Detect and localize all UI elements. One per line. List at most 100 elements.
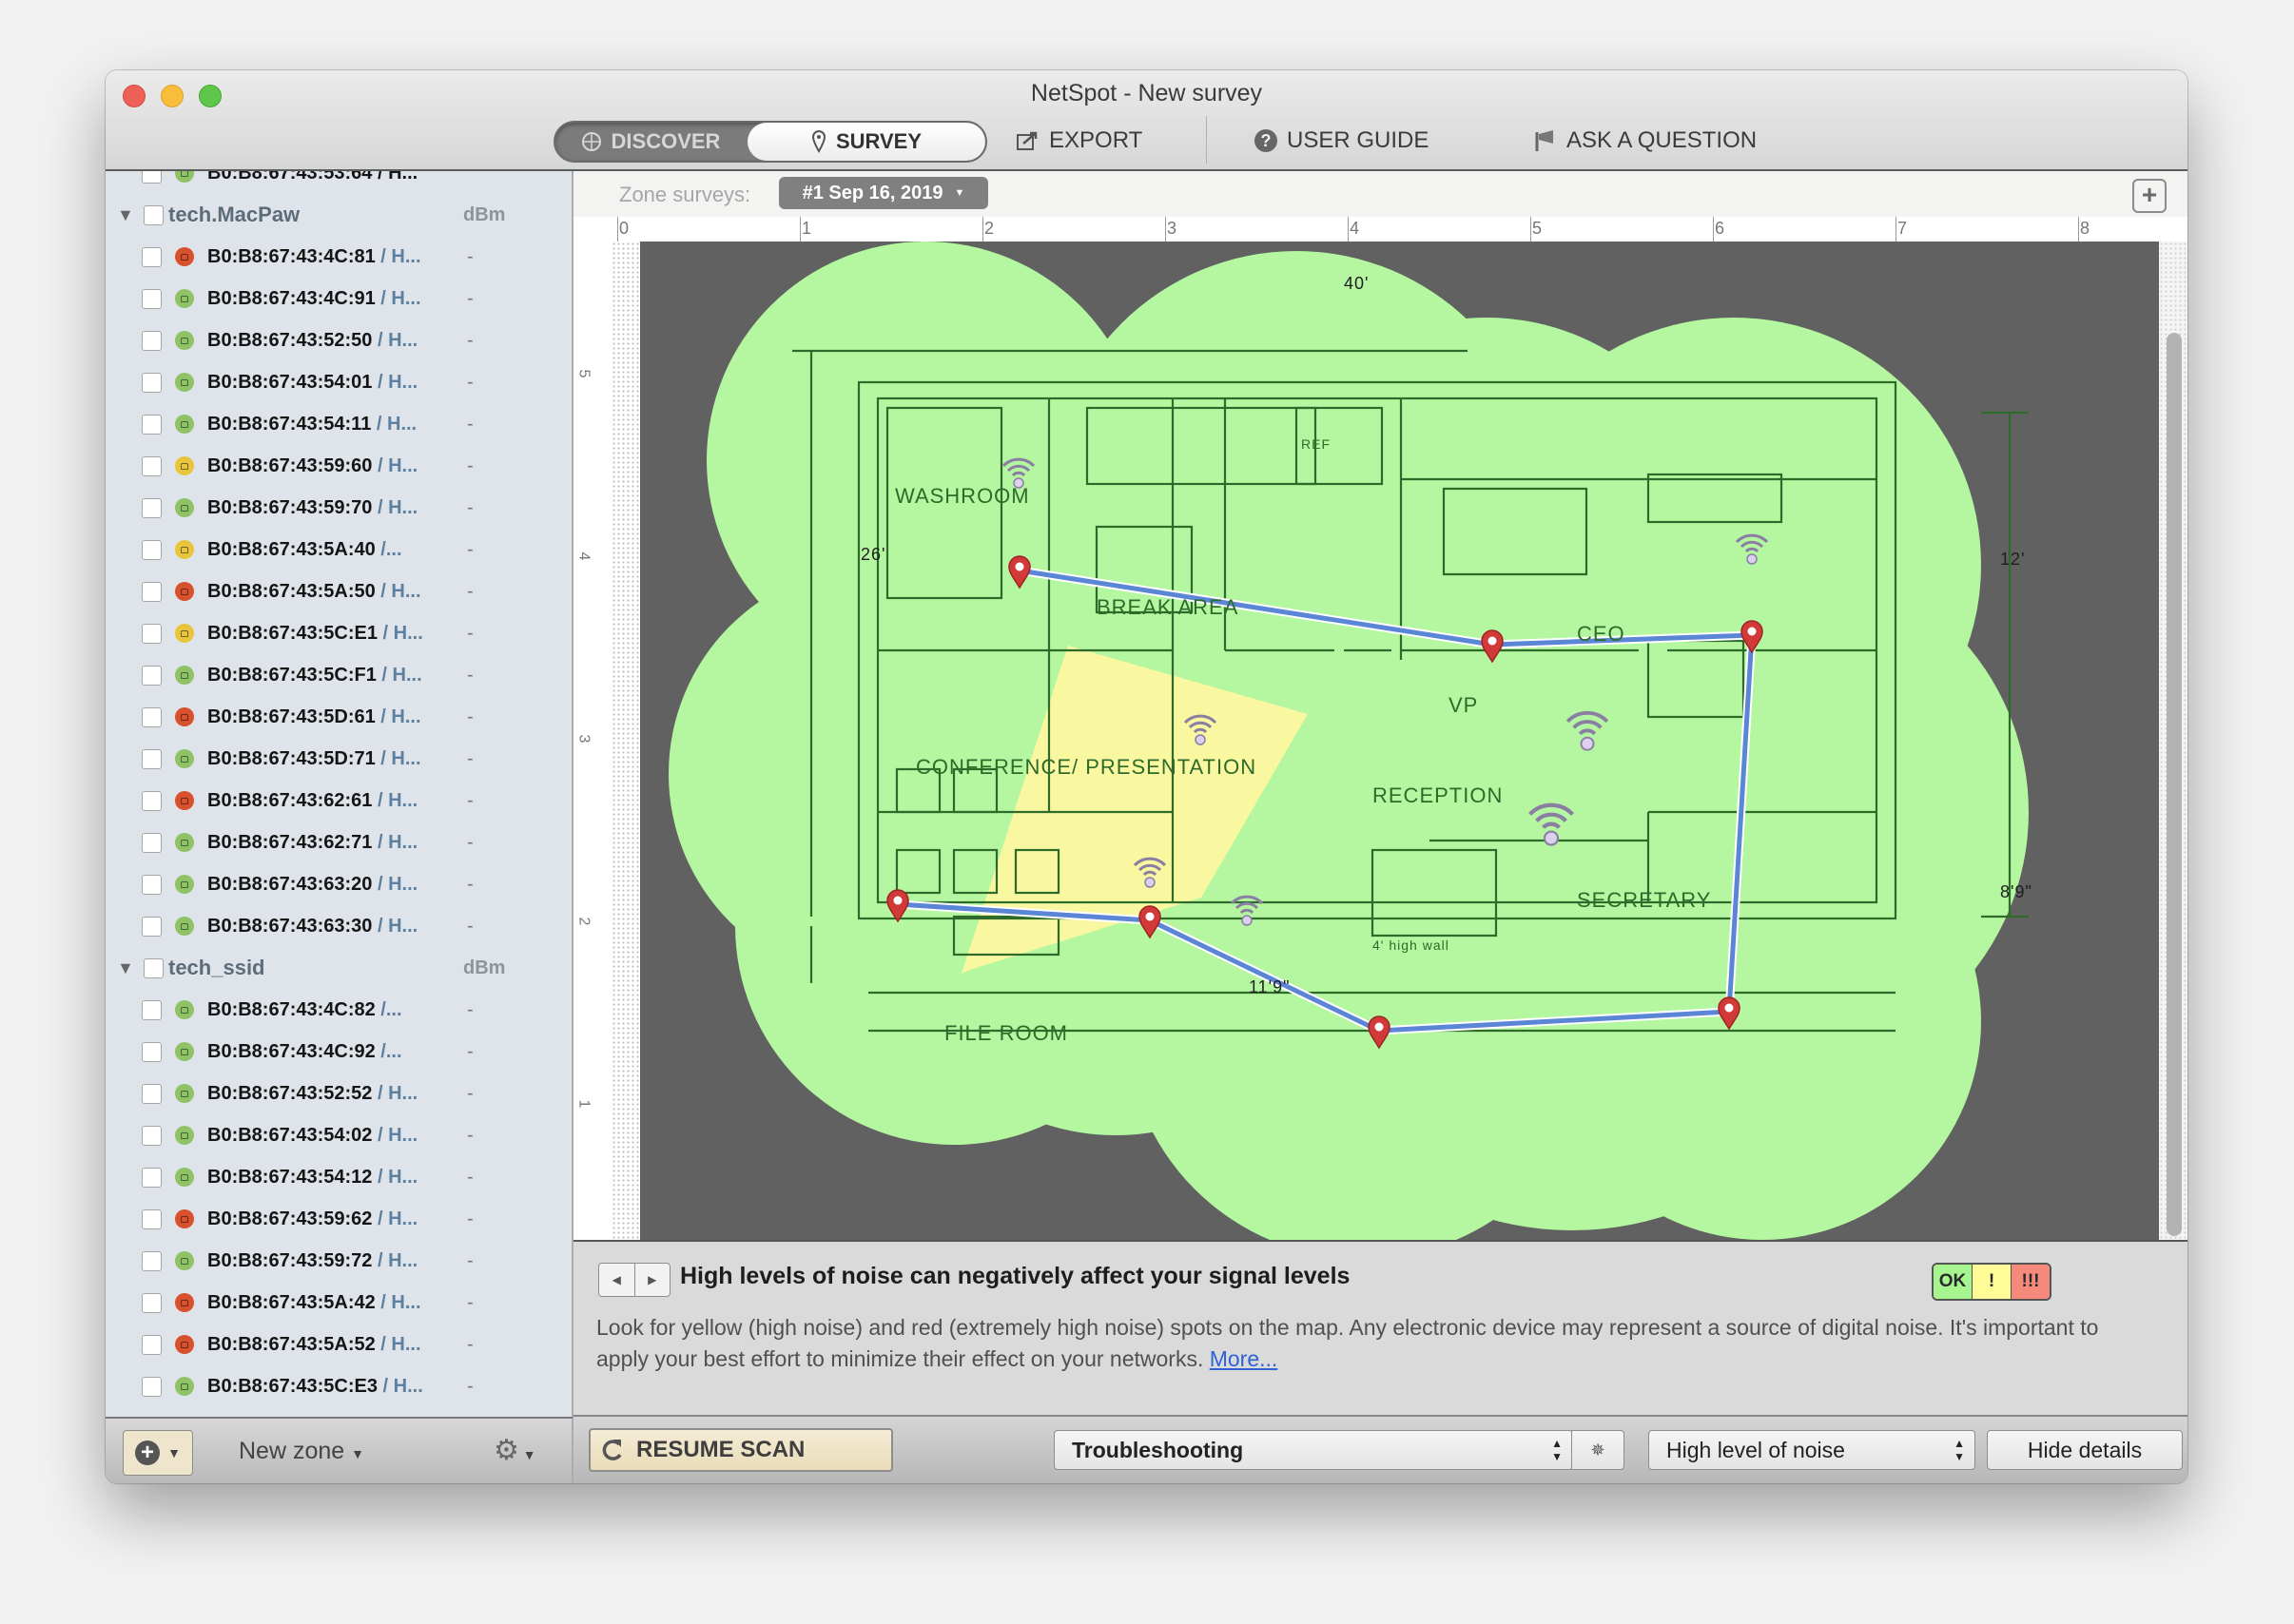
checkbox[interactable] — [142, 455, 162, 476]
list-item[interactable]: B0:B8:67:43:4C:91 / H... - — [106, 278, 572, 319]
bssid-label: B0:B8:67:43:5A:52 / H... — [207, 1334, 421, 1356]
survey-map[interactable]: WASHROOM BREAK AREA REF VP CEO CONFERENCE/ PR… — [640, 242, 2162, 1240]
list-item[interactable]: B0:B8:67:43:5C:F1 / H... - — [106, 654, 572, 696]
checkbox[interactable] — [142, 1208, 162, 1229]
list-item[interactable]: B0:B8:67:43:4C:81 / H... - — [106, 236, 572, 278]
list-item[interactable]: B0:B8:67:43:59:60 / H... - — [106, 445, 572, 487]
list-item[interactable]: B0:B8:67:43:5C:E1 / H... - — [106, 612, 572, 654]
network-group-header[interactable]: ▼ tech.MacPaw dBm — [106, 194, 572, 236]
list-item[interactable]: B0:B8:67:43:54:02 / H... - — [106, 1114, 572, 1156]
list-item[interactable]: B0:B8:67:43:5A:50 / H... - — [106, 570, 572, 612]
list-item[interactable]: B0:B8:67:43:62:71 / H... - — [106, 822, 572, 863]
checkbox[interactable] — [142, 171, 162, 184]
tab-discover[interactable]: DISCOVER — [555, 123, 746, 161]
checkbox[interactable] — [142, 706, 162, 727]
new-zone-menu[interactable]: New zone ▼ — [239, 1438, 364, 1465]
list-item[interactable]: B0:B8:67:43:63:30 / H... - — [106, 905, 572, 947]
list-item[interactable]: B0:B8:67:43:5C:E3 / H... - — [106, 1365, 572, 1407]
checkbox[interactable] — [142, 539, 162, 560]
list-item[interactable]: B0:B8:67:43:5A:40 /... - — [106, 529, 572, 570]
user-guide-button[interactable]: ? USER GUIDE — [1254, 124, 1429, 158]
checkbox[interactable] — [142, 288, 162, 309]
bssid-text: B0:B8:67:43:54:11 — [207, 413, 372, 435]
lock-status-icon — [175, 1335, 194, 1354]
bssid-text: B0:B8:67:43:5A:42 — [207, 1291, 376, 1313]
ssid-suffix: / H... — [372, 371, 418, 393]
checkbox[interactable] — [142, 246, 162, 267]
checkbox[interactable] — [142, 790, 162, 811]
checkbox[interactable] — [142, 581, 162, 602]
checkbox[interactable] — [142, 999, 162, 1020]
list-item[interactable]: B0:B8:67:43:52:52 / H... - — [106, 1073, 572, 1114]
hide-details-button[interactable]: Hide details — [1987, 1430, 2183, 1470]
lock-status-icon — [175, 1042, 194, 1061]
bssid-text: B0:B8:67:43:62:61 — [207, 789, 373, 811]
dimension-label: 11'9" — [1249, 977, 1291, 996]
group-checkbox[interactable] — [144, 957, 164, 978]
checkbox[interactable] — [142, 330, 162, 351]
ask-question-button[interactable]: ASK A QUESTION — [1534, 124, 1757, 158]
list-item[interactable]: B0:B8:67:43:54:11 / H... - — [106, 403, 572, 445]
bssid-label: B0:B8:67:43:54:02 / H... — [207, 1125, 418, 1147]
previous-tip-button[interactable]: ◀ — [599, 1264, 635, 1296]
tab-survey[interactable]: SURVEY — [748, 123, 985, 161]
ruler-tick — [1165, 217, 1166, 242]
next-tip-button[interactable]: ▶ — [635, 1264, 671, 1296]
checkbox[interactable] — [142, 665, 162, 686]
list-item[interactable]: B0:B8:67:43:54:01 / H... - — [106, 361, 572, 403]
list-item[interactable]: B0:B8:67:43:63:20 / H... - — [106, 863, 572, 905]
export-button[interactable]: EXPORT — [1017, 124, 1142, 158]
checkbox[interactable] — [142, 497, 162, 518]
ssid-suffix: / H... — [372, 915, 418, 937]
add-zone-survey-button[interactable]: + — [2132, 179, 2167, 213]
list-item[interactable]: B0:B8:67:43:54:12 / H... - — [106, 1156, 572, 1198]
checkbox[interactable] — [142, 372, 162, 393]
legend-critical[interactable]: !!! — [2011, 1265, 2050, 1299]
network-group-header[interactable]: ▼ tech_ssid dBm — [106, 947, 572, 989]
checkbox[interactable] — [142, 1376, 162, 1397]
add-menu-button[interactable]: + ▼ — [123, 1430, 193, 1476]
legend-warning[interactable]: ! — [1972, 1265, 2011, 1299]
disclosure-triangle-icon[interactable]: ▼ — [117, 205, 134, 225]
list-item[interactable]: B0:B8:67:43:4C:92 /... - — [106, 1031, 572, 1073]
more-link[interactable]: More... — [1210, 1346, 1278, 1371]
checkbox[interactable] — [142, 874, 162, 895]
visualization-select[interactable]: Troubleshooting ▲ ▼ — [1054, 1430, 1573, 1470]
settings-menu-button[interactable]: ⚙ ▼ — [494, 1434, 536, 1467]
checkbox[interactable] — [142, 916, 162, 937]
disclosure-triangle-icon[interactable]: ▼ — [117, 958, 134, 978]
checkbox[interactable] — [142, 623, 162, 644]
checkbox[interactable] — [142, 414, 162, 435]
list-item[interactable]: B0:B8:67:43:5D:71 / H... - — [106, 738, 572, 780]
checkbox[interactable] — [142, 1167, 162, 1188]
group-checkbox[interactable] — [144, 204, 164, 225]
zone-survey-select[interactable]: #1 Sep 16, 2019 ▼ — [779, 177, 988, 209]
map-vertical-scrollbar[interactable] — [2159, 242, 2187, 1240]
checkbox[interactable] — [142, 1083, 162, 1104]
checkbox[interactable] — [142, 748, 162, 769]
list-item[interactable]: B0:B8:67:43:59:62 / H... - — [106, 1198, 572, 1240]
list-item[interactable]: B0:B8:67:43:5D:61 / H... - — [106, 696, 572, 738]
list-item[interactable]: B0:B8:67:43:52:50 / H... - — [106, 319, 572, 361]
list-item[interactable]: B0:B8:67:43:5A:42 / H... - — [106, 1282, 572, 1324]
list-item[interactable]: B0:B8:67:43:4C:82 /... - — [106, 989, 572, 1031]
up-down-arrows-icon: ▲ ▼ — [1954, 1437, 1965, 1463]
legend-ok[interactable]: OK — [1934, 1265, 1972, 1299]
checkbox[interactable] — [142, 1334, 162, 1355]
resume-scan-button[interactable]: RESUME SCAN — [589, 1428, 893, 1472]
list-item[interactable]: B0:B8:67:43:59:70 / H... - — [106, 487, 572, 529]
visualization-settings-button[interactable]: ✵ — [1571, 1430, 1624, 1470]
list-item[interactable]: B0:B8:67:43:5A:52 / H... - — [106, 1324, 572, 1365]
list-item[interactable]: B0:B8:67:43:62:61 / H... - — [106, 780, 572, 822]
checkbox[interactable] — [142, 1125, 162, 1146]
checkbox[interactable] — [142, 1041, 162, 1062]
checkbox[interactable] — [142, 1292, 162, 1313]
checkbox[interactable] — [142, 1250, 162, 1271]
lock-status-icon — [175, 666, 194, 685]
scrollbar-thumb[interactable] — [2167, 333, 2182, 1236]
checkbox[interactable] — [142, 832, 162, 853]
metric-select[interactable]: High level of noise ▲ ▼ — [1648, 1430, 1975, 1470]
list-item[interactable]: B0:B8:67:43:53:64 / H... — [106, 171, 572, 194]
list-item[interactable]: B0:B8:67:43:59:72 / H... - — [106, 1240, 572, 1282]
signal-value: - — [467, 329, 474, 351]
